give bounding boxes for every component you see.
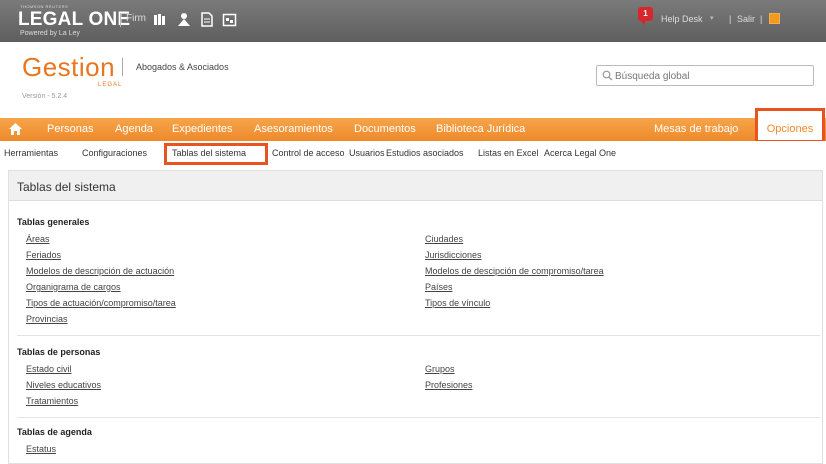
link-paises[interactable]: Países [425,282,453,292]
search-icon[interactable] [602,70,613,81]
header-logo-area: Gestion LEGAL Versión - 5.2.4 Abogados &… [0,42,826,112]
divider: | [760,14,763,24]
link-tipos-vinculo[interactable]: Tipos de vínculo [425,298,490,308]
gestion-legal-label: LEGAL [98,82,123,88]
version-label: Versión - 5.2.4 [22,93,68,100]
link-modelos-actuacion[interactable]: Modelos de descripción de actuación [26,266,174,276]
top-bar: THOMSON REUTERS LEGAL ONE Powered by La … [0,0,826,42]
sub-nav: Herramientas Configuraciones Tablas del … [0,141,826,165]
section-title: Tablas de agenda [17,427,92,437]
calendar-icon[interactable] [222,12,237,27]
nav-item-expedientes[interactable]: Expedientes [172,123,233,135]
link-estado-civil[interactable]: Estado civil [26,364,72,374]
nav-item-documentos[interactable]: Documentos [354,123,416,135]
link-niveles-educativos[interactable]: Niveles educativos [26,380,101,390]
company-name: Abogados & Asociados [136,62,229,72]
global-search[interactable] [596,65,814,86]
link-profesiones[interactable]: Profesiones [425,380,473,390]
books-icon[interactable] [152,12,167,27]
panel-header: Tablas del sistema [9,171,822,201]
subnav-usuarios[interactable]: Usuarios [349,148,385,158]
divider [122,58,123,76]
nav-item-asesoramientos[interactable]: Asesoramientos [254,123,333,135]
chevron-down-icon[interactable]: ▾ [710,14,714,22]
subnav-estudios-asociados[interactable]: Estudios asociados [386,148,464,158]
document-icon[interactable] [199,12,214,27]
nav-item-biblioteca-juridica[interactable]: Biblioteca Jurídica [436,123,525,135]
help-desk-link[interactable]: Help Desk [661,14,703,24]
subnav-herramientas[interactable]: Herramientas [4,148,58,158]
nav-item-personas[interactable]: Personas [47,123,93,135]
subnav-acerca-legal-one[interactable]: Acerca Legal One [544,148,616,158]
powered-by-text: Powered by La Ley [20,30,80,37]
divider [17,335,820,336]
link-organigrama[interactable]: Organigrama de cargos [26,282,121,292]
users-icon[interactable] [176,12,191,27]
highlight-box [755,108,825,143]
link-feriados[interactable]: Feriados [26,250,61,260]
link-areas[interactable]: Áreas [26,234,50,244]
link-modelos-compromiso[interactable]: Modelos de descipción de compromiso/tare… [425,266,604,276]
page-title: Tablas del sistema [17,180,116,194]
main-nav: Personas Agenda Expedientes Asesoramient… [0,118,826,141]
link-tipos-actuacion[interactable]: Tipos de actuación/compromiso/tarea [26,298,176,308]
link-provincias[interactable]: Provincias [26,314,68,324]
link-ciudades[interactable]: Ciudades [425,234,463,244]
link-jurisdicciones[interactable]: Jurisdicciones [425,250,482,260]
subnav-configuraciones[interactable]: Configuraciones [82,148,147,158]
link-grupos[interactable]: Grupos [425,364,455,374]
content-panel: Tablas del sistema Tablas generales Área… [8,170,823,464]
exit-icon[interactable] [769,13,780,24]
legal-one-logo[interactable]: LEGAL ONE [18,9,130,31]
firm-label: Firm [126,13,146,24]
section-title: Tablas de personas [17,347,101,357]
notification-badge[interactable]: 1 [638,7,653,25]
divider [120,13,121,27]
subnav-control-de-acceso[interactable]: Control de acceso [272,148,345,158]
divider [17,417,820,418]
gestion-logo: Gestion [22,52,116,82]
nav-item-mesas-de-trabajo[interactable]: Mesas de trabajo [654,123,738,135]
home-icon[interactable] [8,122,23,136]
divider: | [729,14,732,24]
nav-item-agenda[interactable]: Agenda [115,123,153,135]
link-tratamientos[interactable]: Tratamientos [26,396,78,406]
search-input[interactable] [615,69,805,83]
link-estatus[interactable]: Estatus [26,444,56,454]
logout-link[interactable]: Salir [737,14,755,24]
subnav-listas-en-excel[interactable]: Listas en Excel [478,148,539,158]
section-title: Tablas generales [17,217,90,227]
highlight-box [164,143,268,165]
